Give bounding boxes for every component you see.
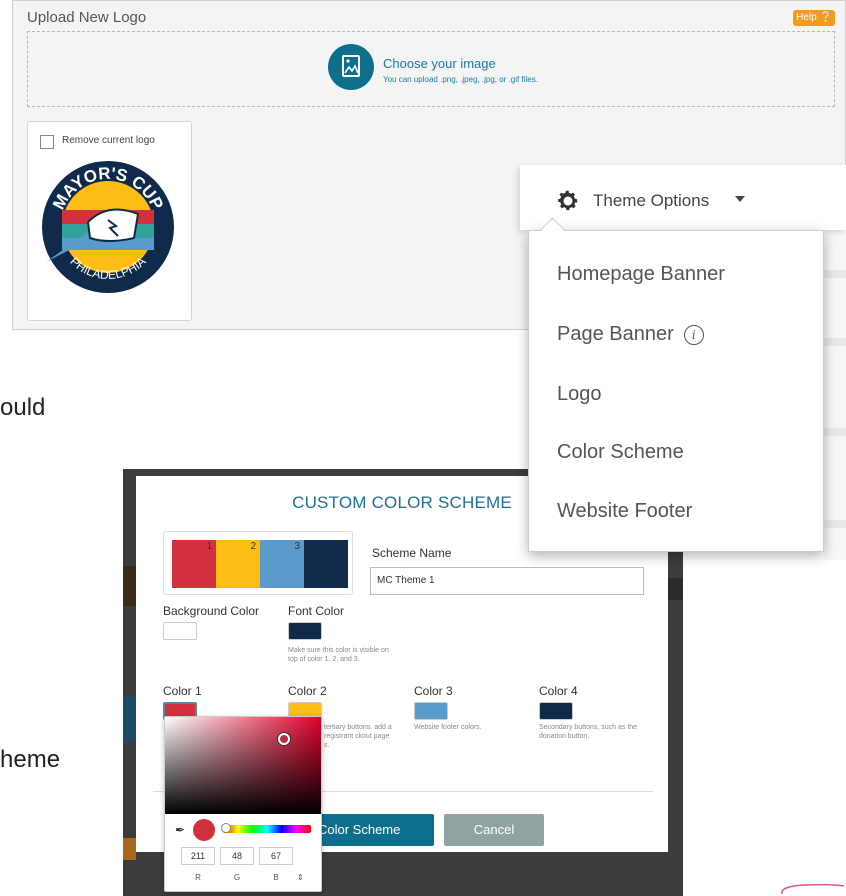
color-picker-popup: ✒ 211 48 67 R G B ⇕ [164,716,322,892]
color-1-label: Color 1 [163,684,202,698]
scheme-preview: 1 2 3 [163,531,353,595]
color-3-swatch[interactable] [414,702,448,720]
preview-number: 2 [250,541,256,552]
hue-handle[interactable] [221,823,231,833]
font-color-hint: Make sure this color is visible on top o… [288,647,389,663]
menu-item-page-banner[interactable]: Page Banner i [557,323,704,346]
menu-item-color-scheme[interactable]: Color Scheme [557,441,684,464]
color-3-label: Color 3 [414,684,453,698]
info-icon[interactable]: i [683,324,704,345]
color-2-hint: tertiary buttons. add a registrant ckout… [324,724,392,749]
caret-down-icon [735,196,745,202]
cancel-button[interactable]: Cancel [444,814,544,846]
font-color-label: Font Color [288,604,345,618]
background-line [824,270,846,278]
color-4-label: Color 4 [539,684,578,698]
background-color-label: Background Color [163,604,260,618]
scheme-name-label: Scheme Name [372,546,452,560]
current-logo-card: Remove current logo MAYOR'S CUP PHILADEL… [27,121,192,321]
background-text-fragment: heme [0,746,61,773]
mayors-cup-logo: MAYOR'S CUP PHILADELPHIA [38,152,178,307]
preview-color-2: 2 [216,540,260,588]
overlay-background-block [123,566,136,606]
blue-label: B [273,873,279,882]
font-color-swatch[interactable] [288,622,322,640]
color-4-hint: Secondary buttons, such as the donation … [539,724,638,740]
preview-color-3: 3 [260,540,304,588]
background-line [824,520,846,528]
red-label: R [195,873,201,882]
background-color-swatch[interactable] [163,622,197,640]
menu-item-homepage-banner[interactable]: Homepage Banner [557,263,725,286]
color-4-swatch[interactable] [539,702,573,720]
red-input[interactable]: 211 [181,847,215,865]
scheme-name-input[interactable]: MC Theme 1 [370,567,644,595]
saturation-area[interactable] [165,717,321,814]
preview-color-4 [304,540,348,588]
upload-title: Upload New Logo [27,9,147,26]
remove-logo-checkbox[interactable] [40,135,54,149]
menu-item-website-footer[interactable]: Website Footer [557,500,692,523]
background-line [824,338,846,346]
theme-options-label: Theme Options [593,191,710,210]
color-2-label: Color 2 [288,684,327,698]
preview-color-1: 1 [172,540,216,588]
theme-options-menu: Homepage Banner Page Banner i Logo Color … [528,230,824,552]
file-types-hint: You can upload .png, .jpeg, .jpg, or .gi… [383,75,538,84]
image-dropzone[interactable]: Choose your image You can upload .png, .… [27,31,835,107]
overlay-background-block [123,696,136,742]
format-toggle-icon[interactable]: ⇕ [297,873,304,882]
green-label: G [233,873,241,882]
background-text-fragment: ould [0,394,46,421]
blue-input[interactable]: 67 [259,847,293,865]
image-upload-icon[interactable] [328,44,374,90]
hue-slider[interactable] [223,825,311,833]
gear-icon [556,189,580,218]
menu-item-label: Page Banner [557,323,674,345]
help-icon: ❔ [819,12,832,23]
annotation-scribble [781,883,845,895]
overlay-background-block [123,838,136,860]
eyedropper-icon[interactable]: ✒ [175,823,185,837]
preview-number: 3 [294,541,300,552]
choose-image-link[interactable]: Choose your image [383,56,496,71]
menu-item-logo[interactable]: Logo [557,383,602,406]
background-panel-edge [824,230,846,560]
saturation-handle[interactable] [278,733,290,745]
remove-logo-label: Remove current logo [62,135,155,146]
preview-number: 1 [206,541,212,552]
current-color-preview [193,819,215,841]
help-button[interactable]: Help ❔ [793,10,835,26]
theme-options-toggle[interactable]: Theme Options [520,165,846,230]
green-input[interactable]: 48 [220,847,254,865]
help-label: Help [796,12,817,23]
color-3-hint: Website footer colors. [414,724,482,731]
background-line [824,428,846,436]
